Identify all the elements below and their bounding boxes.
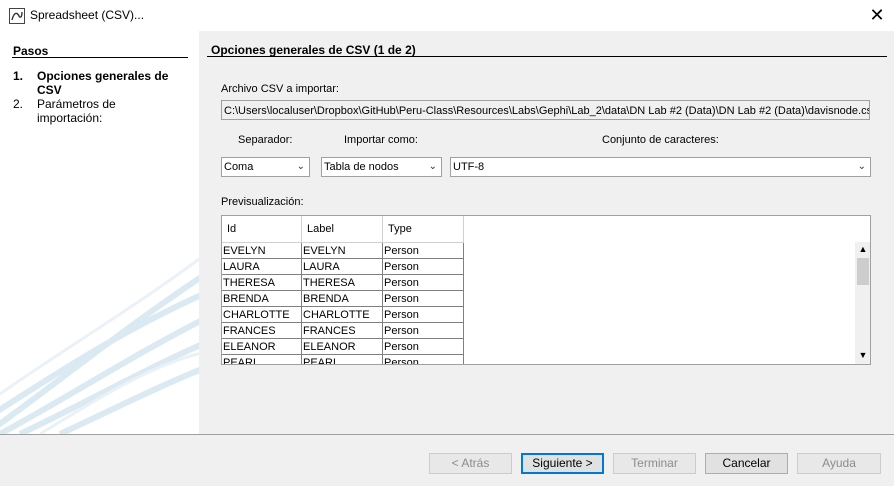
- table-cell: FRANCES: [301, 322, 383, 339]
- table-row: THERESA THERESA Person: [222, 274, 464, 291]
- table-cell: Person: [382, 290, 464, 307]
- column-header[interactable]: Label: [301, 216, 383, 243]
- scroll-up-icon[interactable]: ▲: [855, 242, 870, 256]
- table-cell: Person: [382, 354, 464, 364]
- charset-select[interactable]: UTF-8 ⌄: [450, 157, 871, 177]
- table-row: EVELYN EVELYN Person: [222, 242, 464, 259]
- chevron-down-icon: ⌄: [428, 161, 437, 172]
- preview-table-container[interactable]: Id Label Type EVELYN EVELYN Person LAURA LAU…: [221, 215, 871, 365]
- import-as-label: Importar como:: [344, 134, 418, 146]
- charset-value: UTF-8: [453, 161, 485, 173]
- file-path-field[interactable]: C:\Users\localuser\Dropbox\GitHub\Peru-C…: [221, 100, 870, 120]
- page-title: Opciones generales de CSV (1 de 2): [211, 43, 416, 57]
- table-cell: THERESA: [222, 274, 302, 291]
- steps-panel: Pasos 1. Opciones generales de CSV 2. Pa…: [0, 31, 199, 434]
- table-row: ELEANOR ELEANOR Person: [222, 338, 464, 355]
- table-cell: LAURA: [301, 258, 383, 275]
- table-cell: Person: [382, 306, 464, 323]
- table-cell: ELEANOR: [301, 338, 383, 355]
- table-row: BRENDA BRENDA Person: [222, 290, 464, 307]
- preview-label: Previsualización:: [221, 196, 304, 208]
- charset-label: Conjunto de caracteres:: [602, 134, 719, 146]
- step-number: 1.: [13, 69, 24, 83]
- separator-label: Separador:: [238, 134, 293, 146]
- table-cell: PEARL: [222, 354, 302, 364]
- table-row: FRANCES FRANCES Person: [222, 322, 464, 339]
- table-cell: Person: [382, 338, 464, 355]
- table-cell: FRANCES: [222, 322, 302, 339]
- help-button[interactable]: Ayuda: [797, 453, 881, 474]
- close-icon[interactable]: ✕: [864, 3, 890, 27]
- scroll-down-icon[interactable]: ▼: [855, 348, 870, 362]
- divider: [12, 57, 188, 58]
- back-button[interactable]: < Atrás: [429, 453, 512, 474]
- vertical-scrollbar[interactable]: ▲ ▼: [855, 242, 870, 364]
- app-icon: [9, 8, 25, 24]
- step-number: 2.: [13, 97, 24, 111]
- scroll-thumb[interactable]: [857, 258, 869, 285]
- table-row: CHARLOTTE CHARLOTTE Person: [222, 306, 464, 323]
- column-header[interactable]: Id: [222, 216, 302, 243]
- window-title: Spreadsheet (CSV)...: [30, 8, 145, 22]
- table-row: LAURA LAURA Person: [222, 258, 464, 275]
- step-label: Opciones generales de CSV: [37, 69, 169, 97]
- next-button[interactable]: Siguiente >: [521, 453, 604, 474]
- table-cell: CHARLOTTE: [222, 306, 302, 323]
- preview-table: Id Label Type EVELYN EVELYN Person LAURA LAU…: [222, 216, 464, 364]
- separator-select[interactable]: Coma ⌄: [221, 157, 310, 177]
- table-cell: BRENDA: [222, 290, 302, 307]
- table-cell: PEARL: [301, 354, 383, 364]
- decorative-swoosh: [0, 257, 199, 434]
- finish-button[interactable]: Terminar: [613, 453, 696, 474]
- table-cell: BRENDA: [301, 290, 383, 307]
- table-cell: CHARLOTTE: [301, 306, 383, 323]
- table-cell: EVELYN: [301, 242, 383, 259]
- separator-value: Coma: [224, 161, 254, 173]
- table-cell: Person: [382, 258, 464, 275]
- table-cell: Person: [382, 274, 464, 291]
- table-cell: Person: [382, 322, 464, 339]
- table-cell: Person: [382, 242, 464, 259]
- table-header-row: Id Label Type: [222, 216, 464, 243]
- import-as-select[interactable]: Tabla de nodos ⌄: [321, 157, 442, 177]
- table-cell: LAURA: [222, 258, 302, 275]
- file-label: Archivo CSV a importar:: [221, 83, 339, 95]
- chevron-down-icon: ⌄: [296, 161, 305, 172]
- table-cell: ELEANOR: [222, 338, 302, 355]
- step-label: Parámetros de importación:: [37, 97, 116, 125]
- chevron-down-icon: ⌄: [857, 161, 866, 172]
- steps-title: Pasos: [13, 44, 49, 58]
- table-cell: EVELYN: [222, 242, 302, 259]
- table-cell: THERESA: [301, 274, 383, 291]
- cancel-button[interactable]: Cancelar: [705, 453, 788, 474]
- column-header[interactable]: Type: [382, 216, 464, 243]
- import-as-value: Tabla de nodos: [324, 161, 399, 173]
- divider: [207, 56, 887, 57]
- table-row: PEARL PEARL Person: [222, 354, 464, 364]
